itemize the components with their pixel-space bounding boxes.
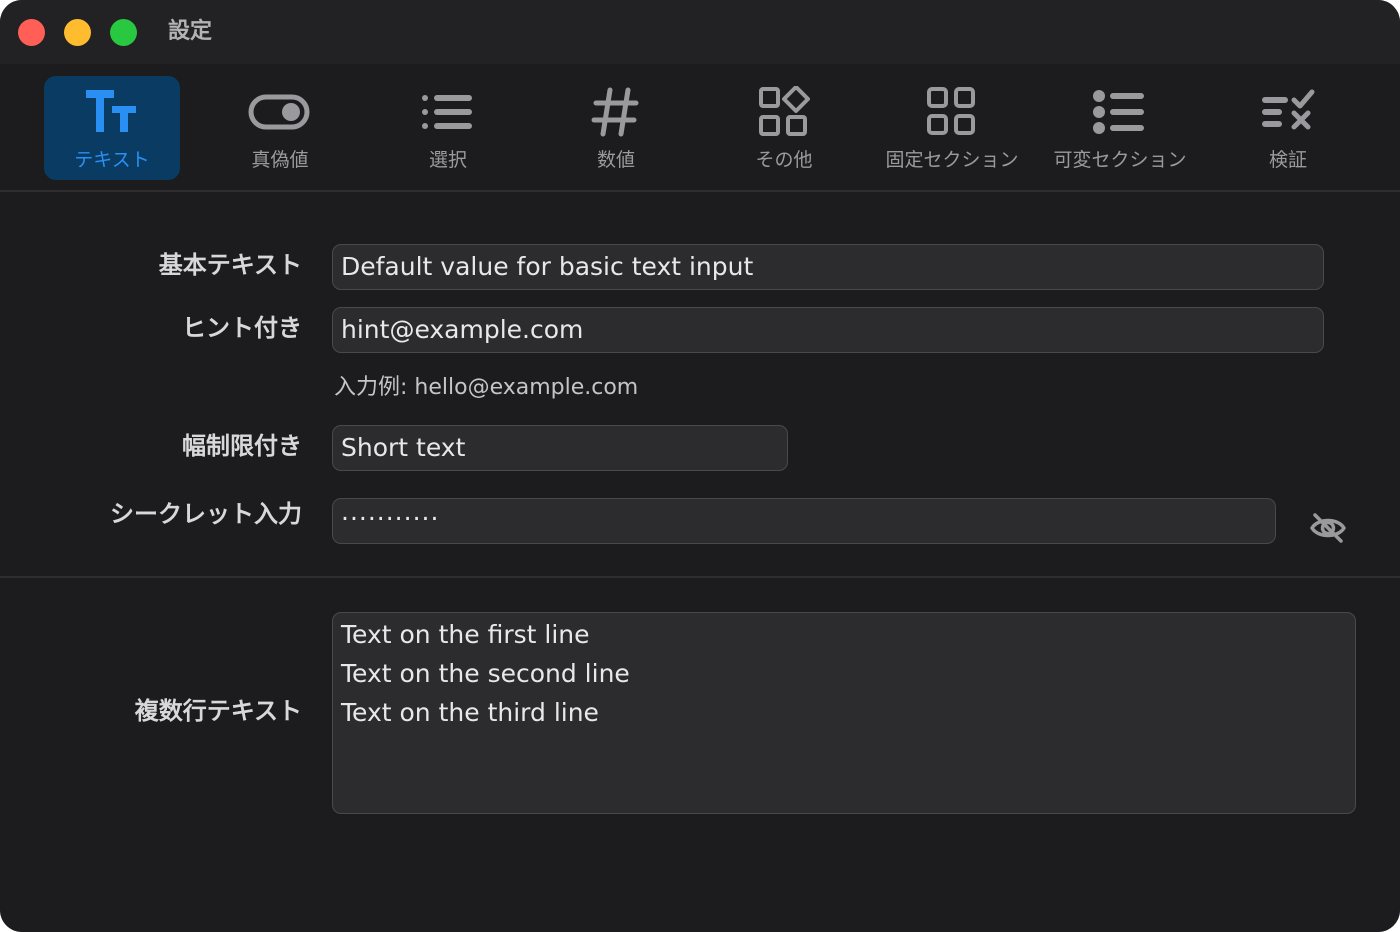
multiline-text-label: 複数行テキスト [134, 697, 302, 725]
window-title: 設定 [168, 19, 213, 44]
toggle-icon [212, 84, 348, 140]
basic-text-label: 基本テキスト [158, 251, 302, 279]
tab-label: テキスト [74, 149, 150, 171]
settings-content: 基本テキスト Default value for basic text inpu… [0, 192, 1400, 932]
text-line: Text on the second line [341, 659, 630, 688]
minimize-button[interactable] [64, 19, 91, 46]
number-sign-icon [548, 84, 684, 140]
hint-text: 入力例: hello@example.com [334, 375, 639, 400]
section-divider [0, 576, 1400, 578]
tab-other[interactable]: その他 [716, 76, 852, 180]
tab-label: 数値 [596, 149, 635, 171]
hinted-text-label: ヒント付き [182, 314, 302, 342]
secret-input[interactable]: ··········· [332, 498, 1276, 544]
limited-width-input[interactable]: Short text [332, 425, 788, 471]
limited-width-label: 幅制限付き [182, 432, 302, 460]
tab-label: 選択 [428, 149, 467, 171]
tab-text[interactable]: テキスト [44, 76, 180, 180]
tab-selection[interactable]: 選択 [380, 76, 516, 180]
text-format-icon [44, 84, 180, 140]
multiline-text-area[interactable]: Text on the first line Text on the secon… [332, 612, 1356, 814]
tab-validation[interactable]: 検証 [1220, 76, 1356, 180]
settings-toolbar: テキスト 真偽値 選択 数値 その他 固定セクション 可変セクション 検証 [0, 64, 1400, 192]
secret-input-label: シークレット入力 [110, 500, 302, 528]
close-button[interactable] [18, 19, 45, 46]
text-line: Text on the third line [341, 698, 599, 727]
title-bar: 設定 [0, 0, 1400, 64]
settings-window: 設定 テキスト 真偽値 選択 数値 その他 固定セクション 可変セクション 検証… [0, 0, 1400, 932]
basic-text-input[interactable]: Default value for basic text input [332, 244, 1324, 290]
checklist-validate-icon [1220, 84, 1356, 140]
tab-number[interactable]: 数値 [548, 76, 684, 180]
tab-label: 検証 [1268, 149, 1307, 171]
grid-icon [884, 84, 1020, 140]
text-line: Text on the first line [341, 620, 590, 649]
shapes-grid-icon [716, 84, 852, 140]
list-icon [380, 84, 516, 140]
tab-label: 真偽値 [251, 149, 309, 171]
tab-boolean[interactable]: 真偽値 [212, 76, 348, 180]
tab-variable-section[interactable]: 可変セクション [1052, 76, 1188, 180]
tab-label: 固定セクション [885, 149, 1019, 171]
hinted-text-input[interactable]: hint@example.com [332, 307, 1324, 353]
tab-label: 可変セクション [1053, 149, 1187, 171]
maximize-button[interactable] [110, 19, 137, 46]
bullet-list-icon [1052, 84, 1188, 140]
tab-fixed-section[interactable]: 固定セクション [884, 76, 1020, 180]
tab-label: その他 [755, 149, 813, 171]
eye-slash-icon[interactable] [1308, 508, 1348, 548]
